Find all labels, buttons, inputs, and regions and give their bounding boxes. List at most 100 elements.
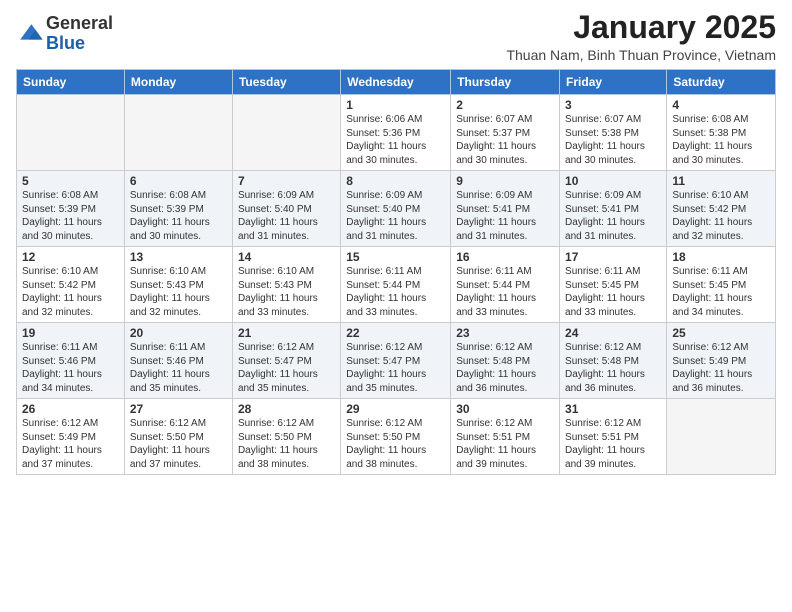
- calendar-day: 16Sunrise: 6:11 AM Sunset: 5:44 PM Dayli…: [451, 247, 560, 323]
- calendar-day: 27Sunrise: 6:12 AM Sunset: 5:50 PM Dayli…: [124, 399, 232, 475]
- day-info: Sunrise: 6:11 AM Sunset: 5:46 PM Dayligh…: [130, 341, 227, 395]
- calendar-week-row: 12Sunrise: 6:10 AM Sunset: 5:42 PM Dayli…: [17, 247, 776, 323]
- calendar-day: 20Sunrise: 6:11 AM Sunset: 5:46 PM Dayli…: [124, 323, 232, 399]
- calendar-day: 26Sunrise: 6:12 AM Sunset: 5:49 PM Dayli…: [17, 399, 125, 475]
- title-block: January 2025 Thuan Nam, Binh Thuan Provi…: [506, 10, 776, 63]
- day-info: Sunrise: 6:12 AM Sunset: 5:49 PM Dayligh…: [22, 417, 119, 471]
- day-number: 14: [238, 250, 335, 264]
- calendar-day: [667, 399, 776, 475]
- logo-blue-text: Blue: [46, 33, 85, 53]
- day-number: 27: [130, 402, 227, 416]
- calendar-day: 22Sunrise: 6:12 AM Sunset: 5:47 PM Dayli…: [341, 323, 451, 399]
- calendar-week-row: 1Sunrise: 6:06 AM Sunset: 5:36 PM Daylig…: [17, 95, 776, 171]
- day-info: Sunrise: 6:12 AM Sunset: 5:49 PM Dayligh…: [672, 341, 770, 395]
- day-number: 7: [238, 174, 335, 188]
- calendar-day: 29Sunrise: 6:12 AM Sunset: 5:50 PM Dayli…: [341, 399, 451, 475]
- day-number: 11: [672, 174, 770, 188]
- calendar-day: [124, 95, 232, 171]
- header-monday: Monday: [124, 70, 232, 95]
- header-thursday: Thursday: [451, 70, 560, 95]
- day-number: 26: [22, 402, 119, 416]
- day-info: Sunrise: 6:11 AM Sunset: 5:46 PM Dayligh…: [22, 341, 119, 395]
- calendar-day: [17, 95, 125, 171]
- calendar-day: 25Sunrise: 6:12 AM Sunset: 5:49 PM Dayli…: [667, 323, 776, 399]
- day-info: Sunrise: 6:10 AM Sunset: 5:43 PM Dayligh…: [130, 265, 227, 319]
- day-info: Sunrise: 6:08 AM Sunset: 5:39 PM Dayligh…: [22, 189, 119, 243]
- day-number: 31: [565, 402, 661, 416]
- day-number: 22: [346, 326, 445, 340]
- day-info: Sunrise: 6:11 AM Sunset: 5:45 PM Dayligh…: [565, 265, 661, 319]
- day-number: 9: [456, 174, 554, 188]
- day-info: Sunrise: 6:09 AM Sunset: 5:40 PM Dayligh…: [238, 189, 335, 243]
- day-info: Sunrise: 6:10 AM Sunset: 5:43 PM Dayligh…: [238, 265, 335, 319]
- day-info: Sunrise: 6:12 AM Sunset: 5:50 PM Dayligh…: [238, 417, 335, 471]
- day-info: Sunrise: 6:12 AM Sunset: 5:47 PM Dayligh…: [238, 341, 335, 395]
- calendar-day: 3Sunrise: 6:07 AM Sunset: 5:38 PM Daylig…: [560, 95, 667, 171]
- day-info: Sunrise: 6:10 AM Sunset: 5:42 PM Dayligh…: [672, 189, 770, 243]
- day-number: 4: [672, 98, 770, 112]
- day-number: 6: [130, 174, 227, 188]
- day-number: 30: [456, 402, 554, 416]
- day-number: 1: [346, 98, 445, 112]
- day-info: Sunrise: 6:11 AM Sunset: 5:44 PM Dayligh…: [456, 265, 554, 319]
- day-number: 20: [130, 326, 227, 340]
- day-info: Sunrise: 6:12 AM Sunset: 5:47 PM Dayligh…: [346, 341, 445, 395]
- page: General Blue January 2025 Thuan Nam, Bin…: [0, 0, 792, 612]
- day-info: Sunrise: 6:09 AM Sunset: 5:40 PM Dayligh…: [346, 189, 445, 243]
- day-info: Sunrise: 6:09 AM Sunset: 5:41 PM Dayligh…: [565, 189, 661, 243]
- calendar-day: 21Sunrise: 6:12 AM Sunset: 5:47 PM Dayli…: [232, 323, 340, 399]
- header-wednesday: Wednesday: [341, 70, 451, 95]
- day-number: 25: [672, 326, 770, 340]
- day-number: 29: [346, 402, 445, 416]
- header-friday: Friday: [560, 70, 667, 95]
- calendar-day: 2Sunrise: 6:07 AM Sunset: 5:37 PM Daylig…: [451, 95, 560, 171]
- calendar-day: 9Sunrise: 6:09 AM Sunset: 5:41 PM Daylig…: [451, 171, 560, 247]
- day-number: 24: [565, 326, 661, 340]
- day-info: Sunrise: 6:07 AM Sunset: 5:38 PM Dayligh…: [565, 113, 661, 167]
- logo: General Blue: [16, 14, 113, 54]
- logo-general-text: General: [46, 13, 113, 33]
- day-info: Sunrise: 6:12 AM Sunset: 5:51 PM Dayligh…: [565, 417, 661, 471]
- day-info: Sunrise: 6:12 AM Sunset: 5:51 PM Dayligh…: [456, 417, 554, 471]
- day-info: Sunrise: 6:12 AM Sunset: 5:48 PM Dayligh…: [565, 341, 661, 395]
- day-number: 3: [565, 98, 661, 112]
- month-title: January 2025: [506, 10, 776, 45]
- calendar-day: 28Sunrise: 6:12 AM Sunset: 5:50 PM Dayli…: [232, 399, 340, 475]
- day-info: Sunrise: 6:09 AM Sunset: 5:41 PM Dayligh…: [456, 189, 554, 243]
- header-sunday: Sunday: [17, 70, 125, 95]
- day-info: Sunrise: 6:06 AM Sunset: 5:36 PM Dayligh…: [346, 113, 445, 167]
- day-number: 2: [456, 98, 554, 112]
- day-number: 23: [456, 326, 554, 340]
- day-number: 8: [346, 174, 445, 188]
- location: Thuan Nam, Binh Thuan Province, Vietnam: [506, 47, 776, 63]
- day-number: 21: [238, 326, 335, 340]
- day-info: Sunrise: 6:12 AM Sunset: 5:48 PM Dayligh…: [456, 341, 554, 395]
- day-number: 13: [130, 250, 227, 264]
- calendar-day: [232, 95, 340, 171]
- calendar-day: 30Sunrise: 6:12 AM Sunset: 5:51 PM Dayli…: [451, 399, 560, 475]
- day-info: Sunrise: 6:11 AM Sunset: 5:45 PM Dayligh…: [672, 265, 770, 319]
- logo-icon: [16, 20, 44, 48]
- day-number: 19: [22, 326, 119, 340]
- calendar-day: 24Sunrise: 6:12 AM Sunset: 5:48 PM Dayli…: [560, 323, 667, 399]
- calendar-day: 18Sunrise: 6:11 AM Sunset: 5:45 PM Dayli…: [667, 247, 776, 323]
- calendar-header-row: Sunday Monday Tuesday Wednesday Thursday…: [17, 70, 776, 95]
- calendar-day: 10Sunrise: 6:09 AM Sunset: 5:41 PM Dayli…: [560, 171, 667, 247]
- day-number: 28: [238, 402, 335, 416]
- calendar-day: 5Sunrise: 6:08 AM Sunset: 5:39 PM Daylig…: [17, 171, 125, 247]
- calendar-week-row: 19Sunrise: 6:11 AM Sunset: 5:46 PM Dayli…: [17, 323, 776, 399]
- day-number: 15: [346, 250, 445, 264]
- day-info: Sunrise: 6:12 AM Sunset: 5:50 PM Dayligh…: [130, 417, 227, 471]
- day-info: Sunrise: 6:11 AM Sunset: 5:44 PM Dayligh…: [346, 265, 445, 319]
- day-number: 5: [22, 174, 119, 188]
- calendar-day: 31Sunrise: 6:12 AM Sunset: 5:51 PM Dayli…: [560, 399, 667, 475]
- day-number: 16: [456, 250, 554, 264]
- day-info: Sunrise: 6:07 AM Sunset: 5:37 PM Dayligh…: [456, 113, 554, 167]
- day-number: 17: [565, 250, 661, 264]
- calendar-day: 6Sunrise: 6:08 AM Sunset: 5:39 PM Daylig…: [124, 171, 232, 247]
- calendar-week-row: 5Sunrise: 6:08 AM Sunset: 5:39 PM Daylig…: [17, 171, 776, 247]
- header-saturday: Saturday: [667, 70, 776, 95]
- calendar-day: 13Sunrise: 6:10 AM Sunset: 5:43 PM Dayli…: [124, 247, 232, 323]
- day-info: Sunrise: 6:10 AM Sunset: 5:42 PM Dayligh…: [22, 265, 119, 319]
- day-info: Sunrise: 6:08 AM Sunset: 5:38 PM Dayligh…: [672, 113, 770, 167]
